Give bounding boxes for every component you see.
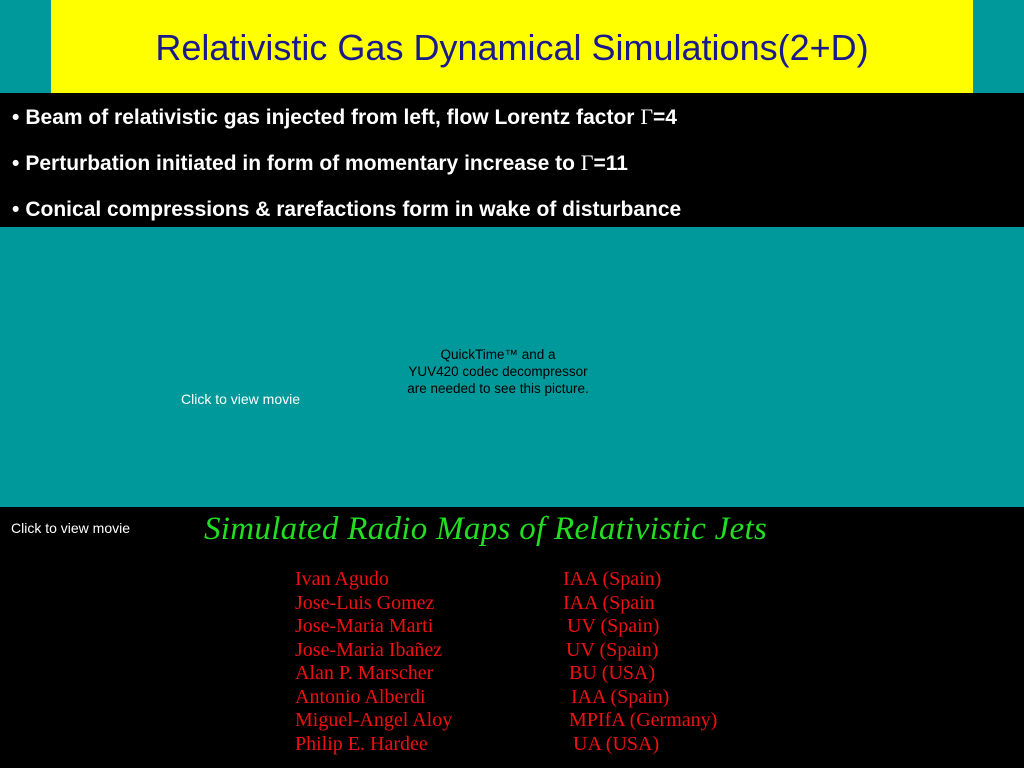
credit-name: Antonio Alberdi [295,685,426,708]
radio-maps-heading: Simulated Radio Maps of Relativistic Jet… [204,511,768,547]
quicktime-placeholder[interactable]: QuickTime™ and a YUV420 codec decompress… [378,346,618,397]
credit-row: Ivan Agudo IAA (Spain) [295,568,775,592]
credit-affiliation: IAA (Spain [563,591,655,614]
bullet-text: Conical compressions & rarefactions form… [25,198,682,221]
credit-row: Alan P. Marscher BU (USA) [295,662,775,686]
radio-maps-movie[interactable]: Click to view movie Simulated Radio Maps… [0,507,1024,768]
bullet-text: Beam of relativistic gas injected from l… [25,106,641,129]
credit-row: Antonio Alberdi IAA (Spain) [295,686,775,710]
click-to-view-movie-link[interactable]: Click to view movie [11,520,130,536]
credit-name: Jose-Maria Ibañez [295,638,443,661]
title-bar: Relativistic Gas Dynamical Simulations(2… [51,0,973,93]
credit-row: Jose-Luis Gomez IAA (Spain [295,592,775,616]
credit-name: Jose-Maria Marti [295,615,434,637]
credit-affiliation: BU (USA) [569,662,656,684]
credit-affiliation: MPIfA (Germany) [569,709,718,731]
bullet-item: • Perturbation initiated in form of momen… [12,150,628,176]
bullet-text-end: =4 [653,106,677,129]
credit-affiliation: UV (Spain) [566,638,659,661]
slide-title: Relativistic Gas Dynamical Simulations(2… [155,26,869,68]
credits-list: Ivan Agudo IAA (Spain) Jose-Luis Gomez I… [295,568,775,756]
credit-row: Miguel-Angel Aloy MPIfA (Germany) [295,709,775,733]
bullet-text: Perturbation initiated in form of moment… [25,152,581,175]
bullet-dot: • [12,152,20,175]
credit-affiliation: UV (Spain) [567,615,660,637]
bullet-dot: • [12,106,20,129]
quicktime-line: QuickTime™ and a [440,347,556,362]
bullet-item: • Beam of relativistic gas injected from … [12,104,677,130]
credit-affiliation: UA (USA) [573,732,660,755]
credit-name: Miguel-Angel Aloy [295,709,453,731]
bullet-list: • Beam of relativistic gas injected from … [0,93,1024,227]
slide: Relativistic Gas Dynamical Simulations(2… [0,0,1024,768]
gamma-symbol: Γ [580,150,594,175]
credit-affiliation: IAA (Spain) [563,568,662,590]
bullet-text-end: =11 [593,152,628,175]
click-to-view-movie-link[interactable]: Click to view movie [181,391,300,407]
bullet-dot: • [12,198,20,221]
bullet-item: • Conical compressions & rarefactions for… [12,196,681,222]
credit-name: Ivan Agudo [295,568,389,590]
credit-row: Jose-Maria Marti UV (Spain) [295,615,775,639]
credit-row: Philip E. Hardee UA (USA) [295,733,775,757]
gamma-symbol: Γ [640,104,654,129]
credit-affiliation: IAA (Spain) [571,685,670,708]
credit-name: Jose-Luis Gomez [295,591,435,614]
credit-name: Alan P. Marscher [295,662,434,684]
credit-row: Jose-Maria Ibañez UV (Spain) [295,639,775,663]
credit-name: Philip E. Hardee [295,732,428,755]
quicktime-line: are needed to see this picture. [407,381,589,396]
quicktime-line: YUV420 codec decompressor [408,364,588,379]
